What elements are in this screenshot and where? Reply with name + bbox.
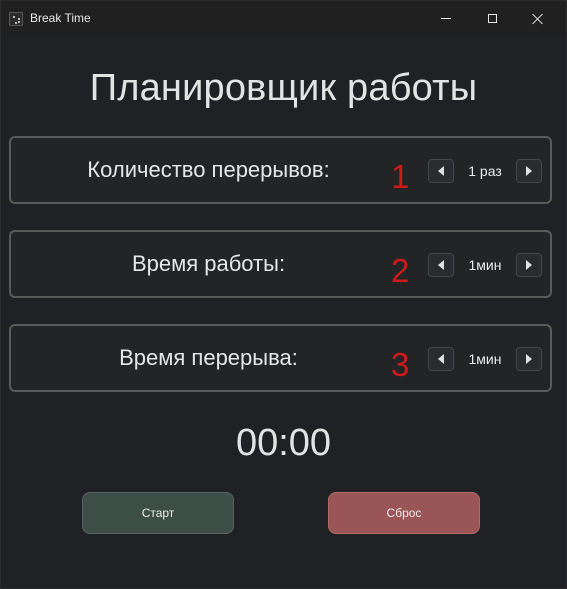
app-icon [9,12,23,26]
chevron-left-icon [438,166,444,176]
close-button[interactable] [515,1,561,36]
reset-button[interactable]: Сброс [328,492,480,534]
decrement-button[interactable] [428,253,454,277]
close-icon [532,13,544,25]
minimize-icon [441,18,451,19]
chevron-left-icon [438,260,444,270]
setting-label: Количество перерывов: [87,157,330,182]
maximize-icon [487,14,497,23]
chevron-right-icon [526,354,532,364]
decrement-button[interactable] [428,159,454,183]
start-button[interactable]: Старт [82,492,234,534]
setting-value: 1мин [468,351,502,367]
increment-button[interactable] [516,159,542,183]
app-window: Break Time Планировщик работы Количество… [0,0,567,589]
chevron-left-icon [438,354,444,364]
setting-value: 1мин [468,257,502,273]
title-bar[interactable]: Break Time [1,1,566,36]
page-title: Планировщик работы [89,67,478,109]
maximize-button[interactable] [469,1,515,36]
increment-button[interactable] [516,347,542,371]
setting-card-break-time: Время перерыва: 3 1мин [9,324,552,392]
decrement-button[interactable] [428,347,454,371]
setting-number: 1 [391,158,410,195]
minimize-button[interactable] [423,1,469,36]
setting-number: 3 [391,346,410,383]
setting-card-work-time: Время работы: 2 1мин [9,230,552,298]
setting-number: 2 [391,252,410,289]
setting-value: 1 раз [468,163,502,179]
chevron-right-icon [526,166,532,176]
window-title: Break Time [30,11,91,25]
increment-button[interactable] [516,253,542,277]
setting-label: Время перерыва: [119,345,298,370]
timer-display: 00:00 [235,422,332,464]
chevron-right-icon [526,260,532,270]
setting-card-breaks-count: Количество перерывов: 1 1 раз [9,136,552,204]
setting-label: Время работы: [131,251,286,276]
